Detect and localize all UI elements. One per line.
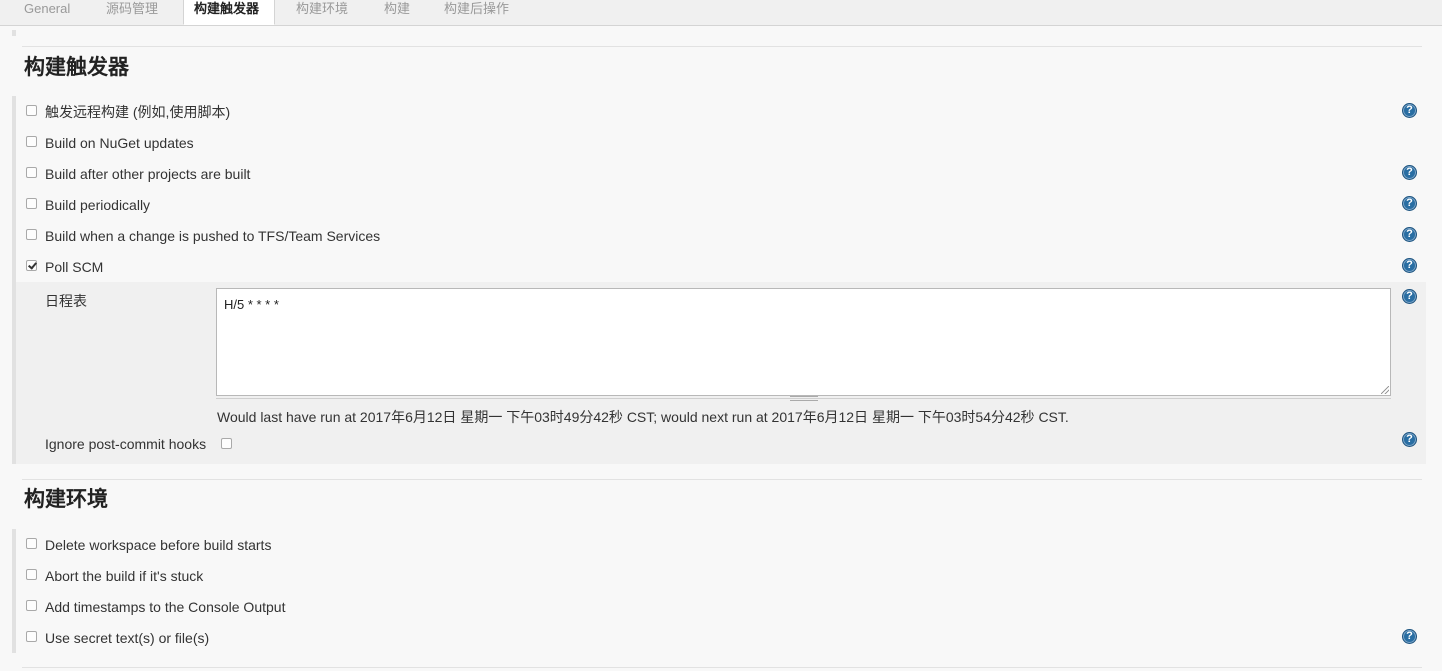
env-abort-stuck-checkbox[interactable] xyxy=(26,569,37,580)
tab-build[interactable]: 构建 xyxy=(372,0,422,25)
env-delete-workspace-label: Delete workspace before build starts xyxy=(45,537,272,553)
tab-source-code-management[interactable]: 源码管理 xyxy=(92,0,178,25)
env-secret-text-label: Use secret text(s) or file(s) xyxy=(45,630,210,646)
textarea-resize-corner-icon[interactable] xyxy=(1381,386,1389,394)
env-secret-text-help-icon[interactable]: ? xyxy=(1402,629,1417,644)
tab-general[interactable]: General xyxy=(12,0,88,25)
tab-build-triggers[interactable]: 构建触发器 xyxy=(183,0,275,25)
ignore-post-commit-hooks-checkbox[interactable] xyxy=(221,438,232,449)
ignore-post-commit-hooks-label: Ignore post-commit hooks xyxy=(45,436,207,452)
tab-scm-label: 源码管理 xyxy=(106,1,159,16)
trigger-periodically-help-icon[interactable]: ? xyxy=(1402,196,1417,211)
section-divider xyxy=(22,667,1422,668)
env-secret-text-checkbox[interactable] xyxy=(26,631,37,642)
tab-post-build-label: 构建后操作 xyxy=(444,1,510,16)
trigger-periodically-checkbox[interactable] xyxy=(26,198,37,209)
tab-build-environment[interactable]: 构建环境 xyxy=(284,0,364,25)
config-tab-bar: General 源码管理 构建触发器 构建环境 构建 构建后操作 xyxy=(0,0,1442,26)
tab-post-build-actions[interactable]: 构建后操作 xyxy=(432,0,526,25)
trigger-tfs-push-label: Build when a change is pushed to TFS/Tea… xyxy=(45,228,381,244)
section-divider xyxy=(22,46,1422,47)
ignore-post-commit-hooks-help-icon[interactable]: ? xyxy=(1402,432,1417,447)
trigger-nuget-checkbox[interactable] xyxy=(26,136,37,147)
schedule-run-note: Would last have run at 2017年6月12日 星期一 下午… xyxy=(217,409,1069,425)
section-divider xyxy=(22,479,1422,480)
trigger-poll-scm-help-icon[interactable]: ? xyxy=(1402,258,1417,273)
build-environment-indent-bar xyxy=(12,529,16,653)
env-abort-stuck-label: Abort the build if it's stuck xyxy=(45,568,204,584)
trigger-after-other-projects-checkbox[interactable] xyxy=(26,167,37,178)
trigger-periodically-label: Build periodically xyxy=(45,197,151,213)
trigger-poll-scm-checkbox[interactable] xyxy=(26,260,37,271)
build-triggers-heading: 构建触发器 xyxy=(24,56,129,79)
trigger-after-other-projects-help-icon[interactable]: ? xyxy=(1402,165,1417,180)
tab-general-label: General xyxy=(24,1,71,16)
trigger-tfs-push-checkbox[interactable] xyxy=(26,229,37,240)
trigger-tfs-push-help-icon[interactable]: ? xyxy=(1402,227,1417,242)
tab-build-env-label: 构建环境 xyxy=(296,1,349,16)
schedule-textarea-value: H/5 * * * * xyxy=(224,297,279,312)
env-timestamps-label: Add timestamps to the Console Output xyxy=(45,599,286,615)
schedule-label: 日程表 xyxy=(45,293,87,309)
section-indent-bar xyxy=(12,30,16,36)
tab-build-label: 构建 xyxy=(384,1,411,16)
env-delete-workspace-checkbox[interactable] xyxy=(26,538,37,549)
trigger-nuget-label: Build on NuGet updates xyxy=(45,135,194,151)
schedule-textarea[interactable]: H/5 * * * * xyxy=(216,288,1391,396)
trigger-poll-scm-label: Poll SCM xyxy=(45,259,104,275)
trigger-remote-build-checkbox[interactable] xyxy=(26,105,37,116)
build-environment-heading: 构建环境 xyxy=(24,488,108,511)
trigger-remote-build-label: 触发远程构建 (例如,使用脚本) xyxy=(45,104,231,120)
textarea-grip-icon[interactable] xyxy=(790,396,818,401)
tab-build-triggers-label: 构建触发器 xyxy=(194,1,260,16)
schedule-help-icon[interactable]: ? xyxy=(1402,289,1417,304)
env-timestamps-checkbox[interactable] xyxy=(26,600,37,611)
trigger-after-other-projects-label: Build after other projects are built xyxy=(45,166,251,182)
trigger-remote-build-help-icon[interactable]: ? xyxy=(1402,103,1417,118)
